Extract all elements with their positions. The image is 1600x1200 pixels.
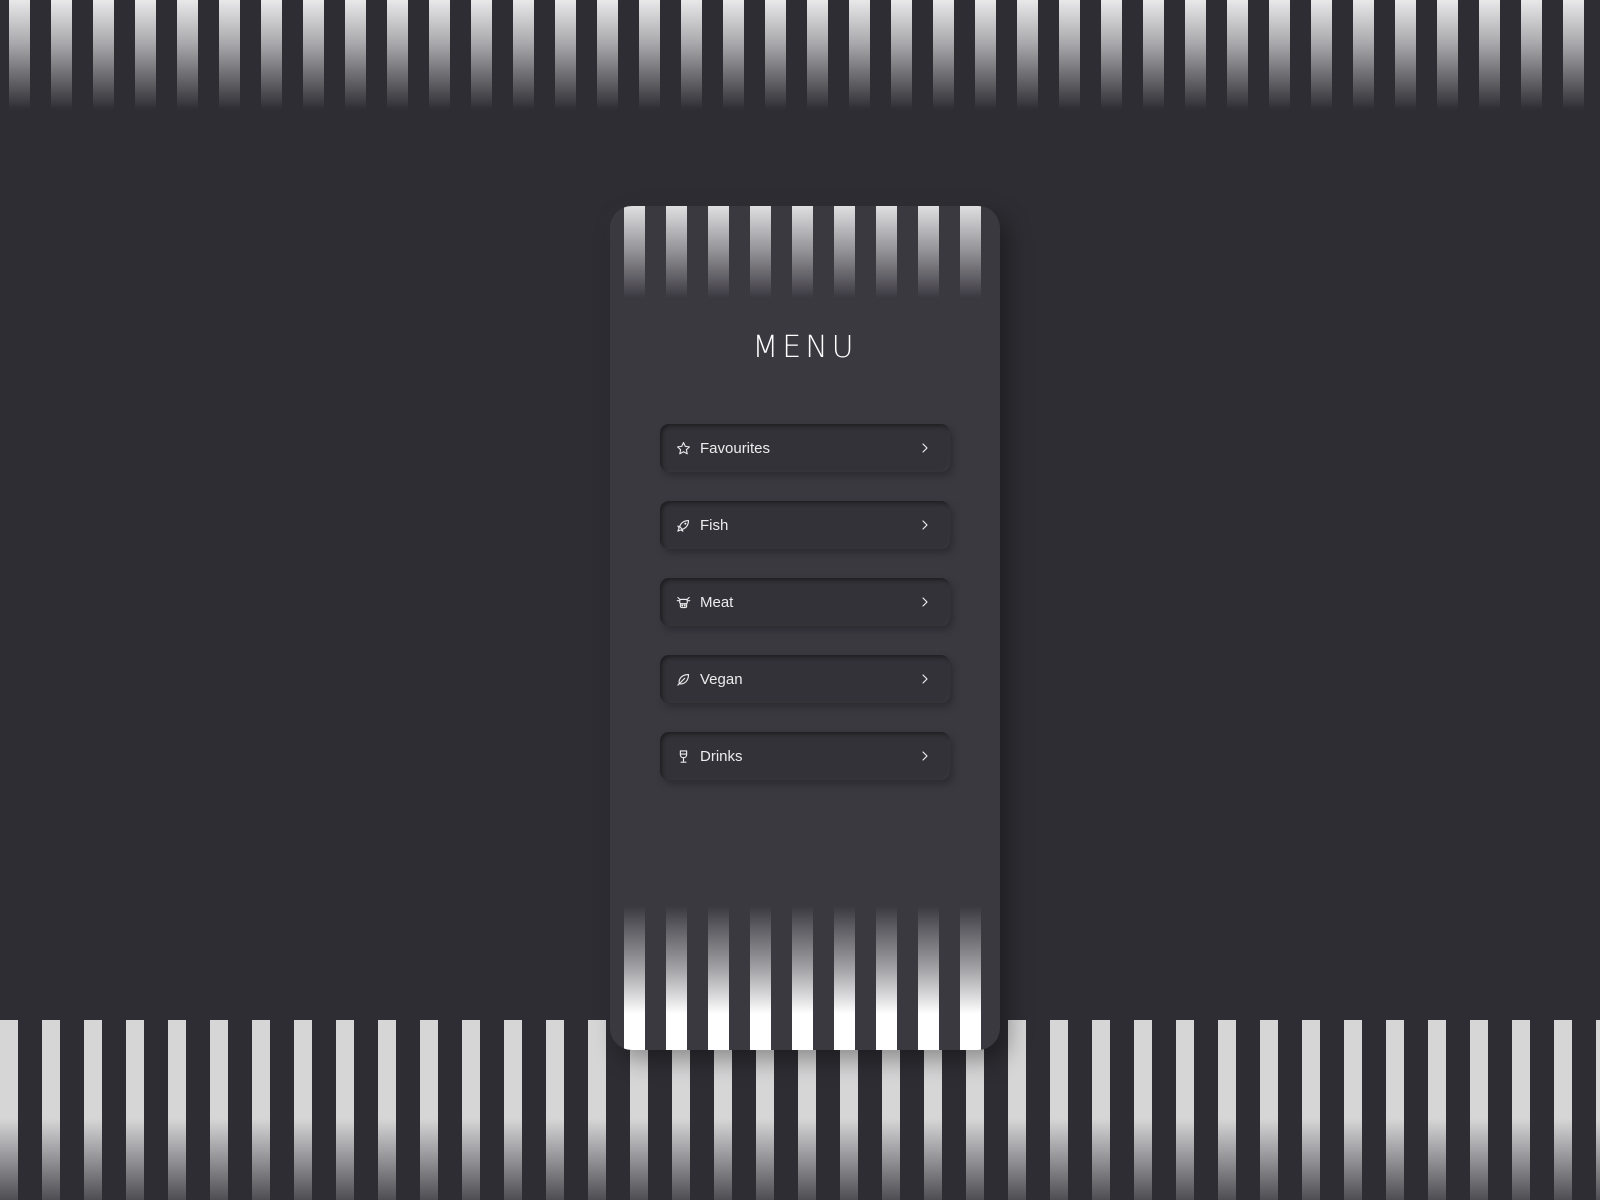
chevron-right-icon	[918, 595, 932, 609]
decorative-stripes-top	[0, 0, 1600, 110]
menu-item-drinks[interactable]: Drinks	[660, 732, 950, 780]
chevron-right-icon	[918, 672, 932, 686]
fish-icon	[675, 517, 691, 533]
menu-list: Favourites Fish Meat Vegan Drinks	[660, 424, 950, 809]
menu-item-vegan[interactable]: Vegan	[660, 655, 950, 703]
chevron-right-icon	[918, 441, 932, 455]
card-stripes-bottom	[624, 906, 1000, 1050]
menu-item-favourites[interactable]: Favourites	[660, 424, 950, 472]
menu-item-label: Meat	[700, 593, 734, 611]
menu-card: MENU Favourites Fish Meat Vegan Drinks	[610, 206, 1000, 1050]
page-title: MENU	[752, 330, 858, 365]
menu-item-label: Favourites	[700, 439, 771, 457]
app-background: MENU Favourites Fish Meat Vegan Drinks	[0, 0, 1600, 1200]
menu-item-label: Fish	[700, 516, 729, 534]
cow-icon	[675, 594, 691, 610]
menu-item-label: Drinks	[700, 747, 743, 765]
leaf-icon	[675, 671, 691, 687]
wine-glass-icon	[675, 748, 691, 764]
chevron-right-icon	[918, 749, 932, 763]
chevron-right-icon	[918, 518, 932, 532]
menu-item-fish[interactable]: Fish	[660, 501, 950, 549]
menu-item-meat[interactable]: Meat	[660, 578, 950, 626]
menu-item-label: Vegan	[700, 670, 743, 688]
star-icon	[675, 440, 691, 456]
card-stripes-top	[624, 206, 1000, 298]
